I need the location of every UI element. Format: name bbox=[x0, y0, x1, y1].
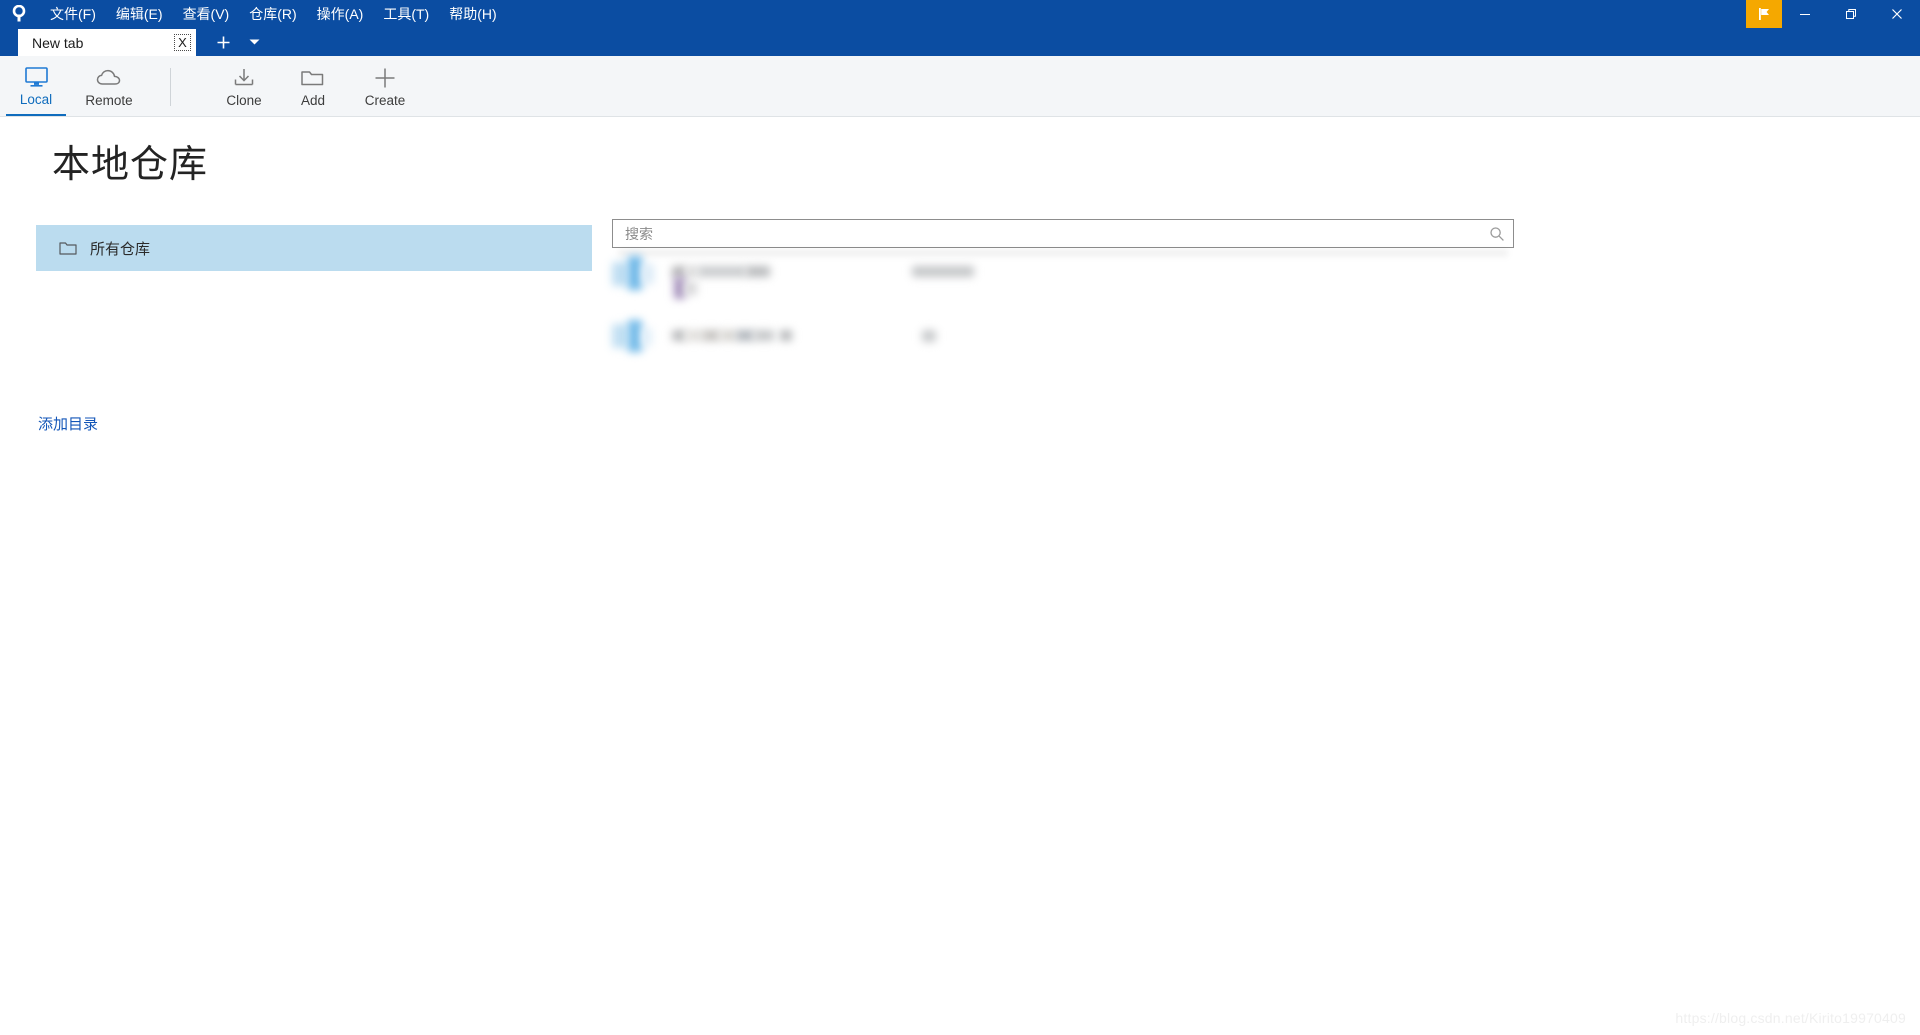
redacted-chip bbox=[642, 328, 652, 346]
application-window: 文件(F) 编辑(E) 查看(V) 仓库(R) 操作(A) 工具(T) 帮助(H… bbox=[0, 0, 1920, 1035]
toolbar-label-add: Add bbox=[300, 92, 326, 108]
menu-item-tools[interactable]: 工具(T) bbox=[373, 0, 439, 28]
row-shadow bbox=[618, 250, 1508, 259]
search-input[interactable] bbox=[623, 220, 1467, 247]
redacted-chip bbox=[754, 330, 774, 341]
maximize-button[interactable] bbox=[1828, 0, 1874, 28]
add-directory-link[interactable]: 添加目录 bbox=[38, 413, 98, 434]
redacted-chip bbox=[686, 330, 702, 341]
menu-item-view[interactable]: 查看(V) bbox=[173, 0, 240, 28]
maximize-icon bbox=[1846, 9, 1856, 19]
menu-item-file[interactable]: 文件(F) bbox=[40, 0, 106, 28]
page-title: 本地仓库 bbox=[52, 144, 209, 186]
chevron-down-icon bbox=[249, 39, 259, 45]
close-button[interactable] bbox=[1874, 0, 1920, 28]
toolbar-button-add[interactable]: Add bbox=[285, 56, 341, 116]
cloud-icon bbox=[96, 65, 123, 91]
plus-icon bbox=[373, 65, 397, 91]
redacted-chip bbox=[642, 264, 654, 284]
monitor-icon bbox=[24, 64, 49, 90]
toolbar-label-local: Local bbox=[19, 91, 53, 107]
title-bar: 文件(F) 编辑(E) 查看(V) 仓库(R) 操作(A) 工具(T) 帮助(H… bbox=[0, 0, 1920, 28]
flag-button[interactable] bbox=[1746, 0, 1782, 28]
menu-item-repository[interactable]: 仓库(R) bbox=[239, 0, 306, 28]
folder-icon bbox=[300, 65, 326, 91]
toolbar-button-local[interactable]: Local bbox=[6, 56, 66, 116]
tab-label: New tab bbox=[32, 34, 84, 51]
redacted-chip bbox=[922, 330, 936, 342]
toolbar-label-clone: Clone bbox=[226, 92, 262, 108]
redacted-chip bbox=[746, 266, 770, 277]
list-item[interactable] bbox=[612, 250, 1514, 299]
redacted-chip bbox=[780, 330, 792, 341]
minimize-icon bbox=[1800, 14, 1810, 15]
redacted-chip bbox=[912, 266, 974, 277]
redacted-chip bbox=[612, 324, 628, 348]
redacted-chip bbox=[628, 256, 642, 290]
repository-group-list: 所有仓库 bbox=[36, 225, 592, 271]
window-controls bbox=[1746, 0, 1920, 28]
redacted-chip bbox=[698, 266, 746, 277]
new-tab-button[interactable] bbox=[212, 31, 234, 53]
tab-close-button[interactable]: X bbox=[174, 34, 191, 51]
list-item[interactable] bbox=[612, 310, 1514, 358]
toolbar-separator bbox=[170, 68, 171, 106]
minimize-button[interactable] bbox=[1782, 0, 1828, 28]
redacted-chip bbox=[685, 282, 697, 295]
redacted-chip bbox=[628, 320, 642, 352]
toolbar-button-remote[interactable]: Remote bbox=[70, 56, 148, 116]
menu-item-edit[interactable]: 编辑(E) bbox=[106, 0, 173, 28]
toolbar-label-create: Create bbox=[364, 92, 406, 108]
close-icon bbox=[1892, 9, 1902, 19]
redacted-chip bbox=[720, 330, 736, 341]
tab-new-tab[interactable]: New tab X bbox=[18, 29, 196, 56]
sidebar-item-label: 所有仓库 bbox=[90, 240, 151, 258]
toolbar-button-clone[interactable]: Clone bbox=[213, 56, 275, 116]
repository-list bbox=[612, 250, 1514, 358]
tab-strip: New tab X bbox=[0, 28, 1920, 56]
redacted-chip bbox=[672, 330, 686, 341]
menu-bar: 文件(F) 编辑(E) 查看(V) 仓库(R) 操作(A) 工具(T) 帮助(H… bbox=[40, 0, 507, 28]
tab-list-button[interactable] bbox=[243, 31, 265, 53]
redacted-chip bbox=[702, 330, 720, 341]
redacted-chip bbox=[686, 266, 698, 277]
plus-icon bbox=[217, 36, 229, 48]
sourcetree-logo-icon bbox=[4, 0, 34, 28]
folder-icon bbox=[59, 241, 77, 256]
redacted-chip bbox=[612, 262, 628, 286]
repository-panel bbox=[612, 219, 1514, 358]
flag-icon bbox=[1759, 8, 1769, 20]
search-box[interactable] bbox=[612, 219, 1514, 248]
redacted-chip bbox=[736, 330, 754, 341]
content-area: 本地仓库 所有仓库 添加目录 搜索 https://blog.csdn.net/… bbox=[0, 117, 1920, 1035]
toolbar-label-remote: Remote bbox=[85, 92, 133, 108]
menu-item-help[interactable]: 帮助(H) bbox=[439, 0, 506, 28]
sidebar-item-all-repositories[interactable]: 所有仓库 bbox=[36, 225, 592, 271]
search-icon[interactable] bbox=[1488, 225, 1505, 242]
main-toolbar: Local Remote Clone Add Create bbox=[0, 56, 1920, 117]
toolbar-button-create[interactable]: Create bbox=[351, 56, 419, 116]
redacted-chip bbox=[674, 277, 685, 299]
watermark: https://blog.csdn.net/Kirito19970409 bbox=[1675, 1010, 1906, 1026]
menu-item-actions[interactable]: 操作(A) bbox=[307, 0, 374, 28]
download-icon bbox=[232, 65, 256, 91]
